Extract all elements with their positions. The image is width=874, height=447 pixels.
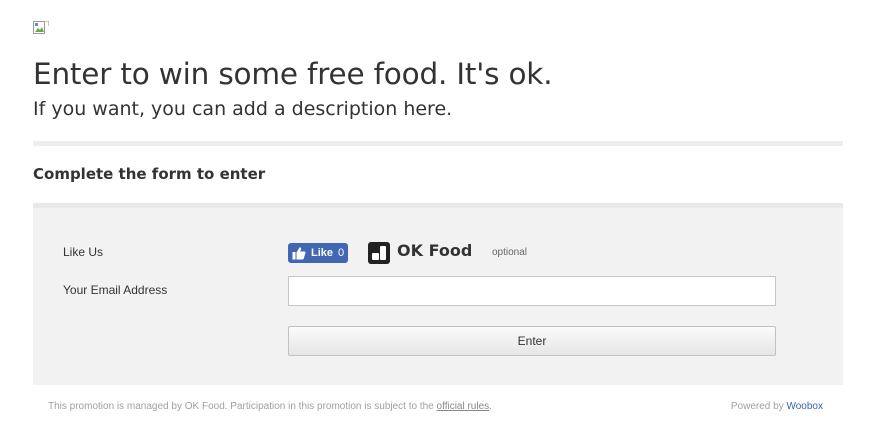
page-logo-icon[interactable] — [368, 242, 390, 264]
footer-disclaimer: This promotion is managed by OK Food. Pa… — [48, 401, 492, 412]
disclaimer-text: This promotion is managed by OK Food. Pa… — [48, 401, 434, 412]
like-us-label: Like Us — [63, 245, 104, 259]
entry-form: Like Us Like 0 OK Food optional Your Ema… — [33, 203, 843, 385]
divider — [33, 141, 843, 146]
email-label: Your Email Address — [63, 283, 168, 297]
facebook-like-button[interactable]: Like 0 — [288, 243, 348, 263]
official-rules-link[interactable]: official rules — [437, 401, 490, 412]
like-button-label: Like — [311, 247, 334, 259]
page-description: If you want, you can add a description h… — [33, 98, 453, 120]
powered-by-text: Powered by — [730, 401, 784, 412]
page-name-link[interactable]: OK Food — [397, 241, 472, 260]
email-field[interactable] — [288, 276, 776, 306]
thumbs-up-icon — [292, 247, 306, 260]
like-count: 0 — [338, 247, 345, 259]
broken-image-icon — [33, 21, 49, 34]
optional-label: optional — [492, 247, 528, 258]
disclaimer-suffix: . — [489, 401, 492, 412]
cup-icon — [372, 246, 386, 260]
powered-by: Powered by Woobox — [731, 401, 823, 412]
page-title: Enter to win some free food. It's ok. — [33, 57, 553, 91]
enter-button[interactable]: Enter — [288, 326, 776, 356]
woobox-link[interactable]: Woobox — [786, 401, 823, 412]
form-section-title: Complete the form to enter — [33, 165, 266, 183]
